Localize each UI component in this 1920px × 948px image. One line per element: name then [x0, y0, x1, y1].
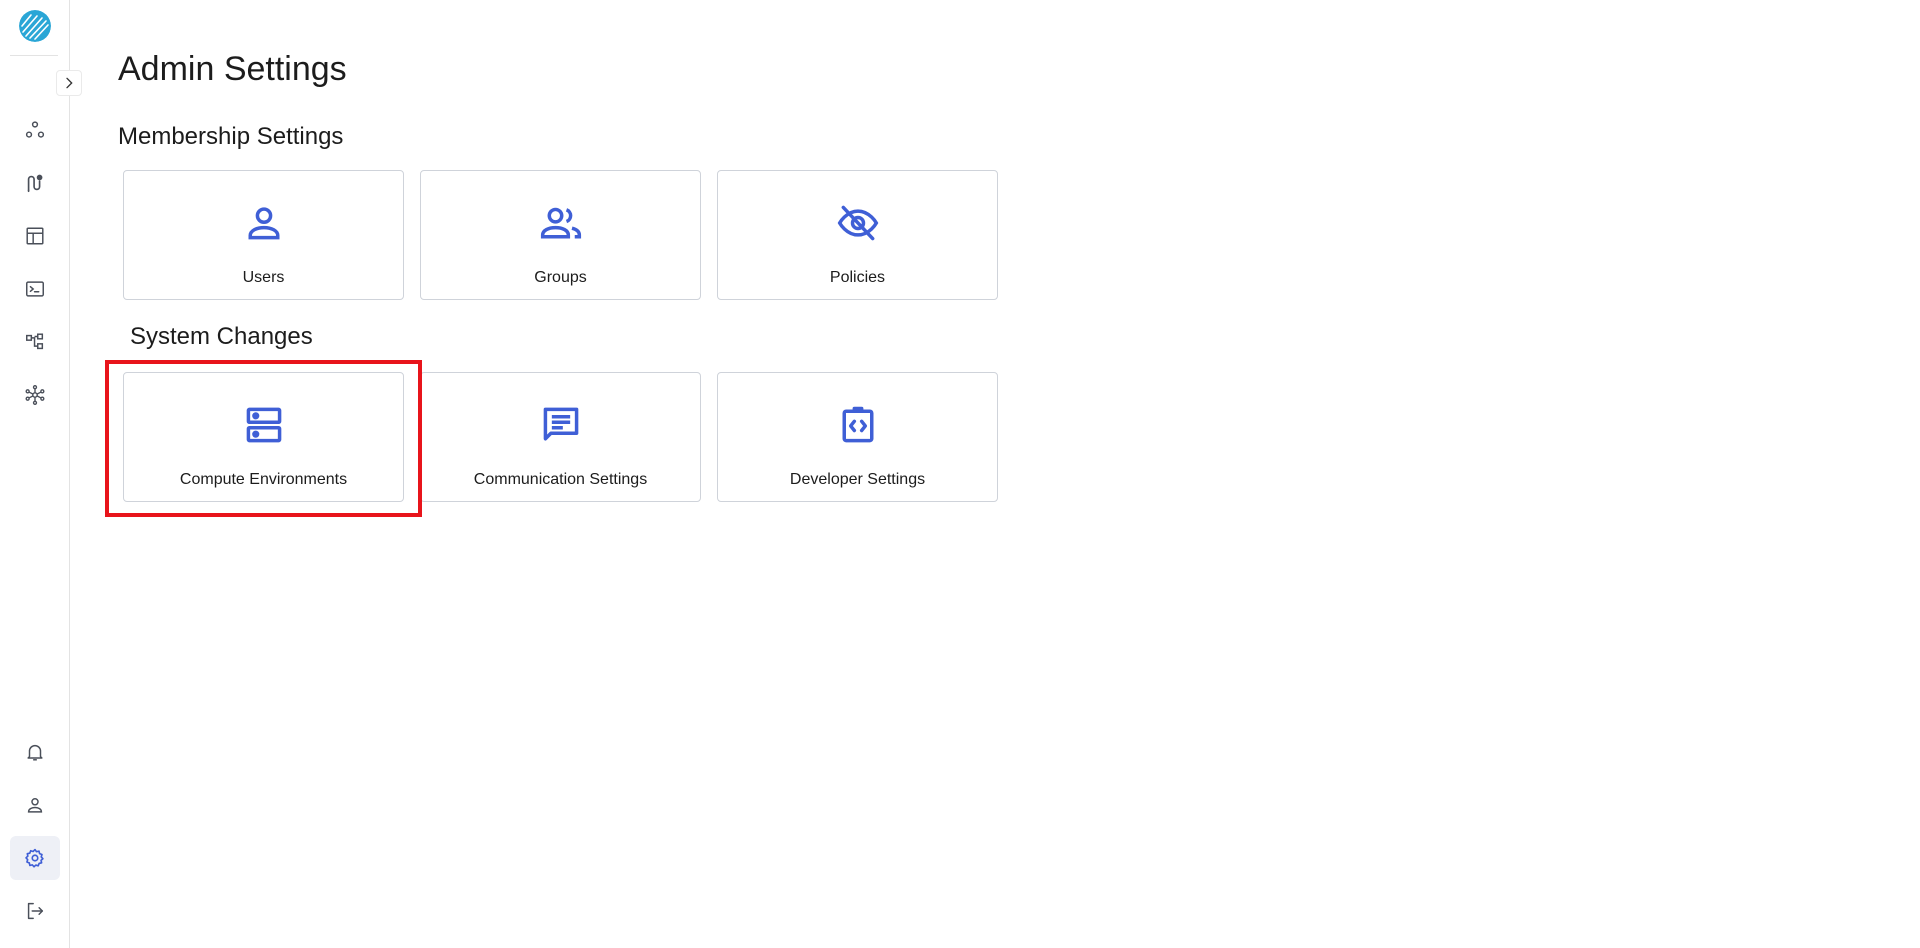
- developer-settings-card-label: Developer Settings: [789, 471, 926, 488]
- chat-icon: [543, 407, 578, 441]
- users-card[interactable]: Users: [123, 170, 404, 300]
- terminal-icon: [26, 281, 44, 297]
- server-icon: [246, 407, 281, 443]
- table-icon: [26, 227, 44, 245]
- sidebar-item-terminal[interactable]: [10, 267, 60, 311]
- compute-environments-card-label: Compute Environments: [179, 471, 348, 488]
- pipeline-icon: [27, 174, 43, 193]
- user-icon: [248, 207, 279, 240]
- sidebar-item-pipeline[interactable]: [10, 161, 60, 205]
- users-card-label: Users: [242, 269, 285, 286]
- policies-card-label: Policies: [829, 269, 886, 286]
- logout-icon: [27, 902, 44, 920]
- groups-card-label: Groups: [534, 269, 587, 286]
- sidebar-item-profile[interactable]: [10, 783, 60, 827]
- sidebar-item-network[interactable]: [10, 373, 60, 417]
- sidebar-expand-button[interactable]: [56, 70, 82, 96]
- gear-icon: [25, 848, 44, 868]
- policies-card[interactable]: Policies: [717, 170, 998, 300]
- code-clipboard-icon: [842, 406, 873, 443]
- sidebar-item-table[interactable]: [10, 214, 60, 258]
- groups-card[interactable]: Groups: [420, 170, 701, 300]
- app-logo[interactable]: [19, 10, 51, 42]
- section-title-membership: Membership Settings: [118, 123, 344, 150]
- workflow-icon: [26, 333, 44, 350]
- chevron-right-icon: [66, 77, 73, 89]
- connections-icon: [25, 121, 45, 138]
- network-icon: [25, 385, 45, 405]
- logo-icon: [19, 10, 51, 42]
- bell-icon: [27, 744, 43, 761]
- sidebar-item-settings[interactable]: [10, 836, 60, 880]
- section-title-system-changes: System Changes: [130, 323, 313, 350]
- eye-off-icon: [837, 205, 878, 241]
- sidebar-item-notifications[interactable]: [10, 730, 60, 774]
- developer-settings-card[interactable]: Developer Settings: [717, 372, 998, 502]
- sidebar-item-connections[interactable]: [10, 108, 60, 152]
- compute-environments-card[interactable]: Compute Environments: [123, 372, 404, 502]
- sidebar-item-workflow[interactable]: [10, 320, 60, 364]
- groups-icon: [540, 207, 581, 239]
- sidebar-divider: [10, 55, 58, 56]
- user-icon: [27, 798, 43, 813]
- communication-settings-card-label: Communication Settings: [473, 471, 648, 488]
- communication-settings-card[interactable]: Communication Settings: [420, 372, 701, 502]
- page-title: Admin Settings: [118, 50, 347, 88]
- sidebar-item-logout[interactable]: [10, 889, 60, 933]
- sidebar: [0, 0, 70, 948]
